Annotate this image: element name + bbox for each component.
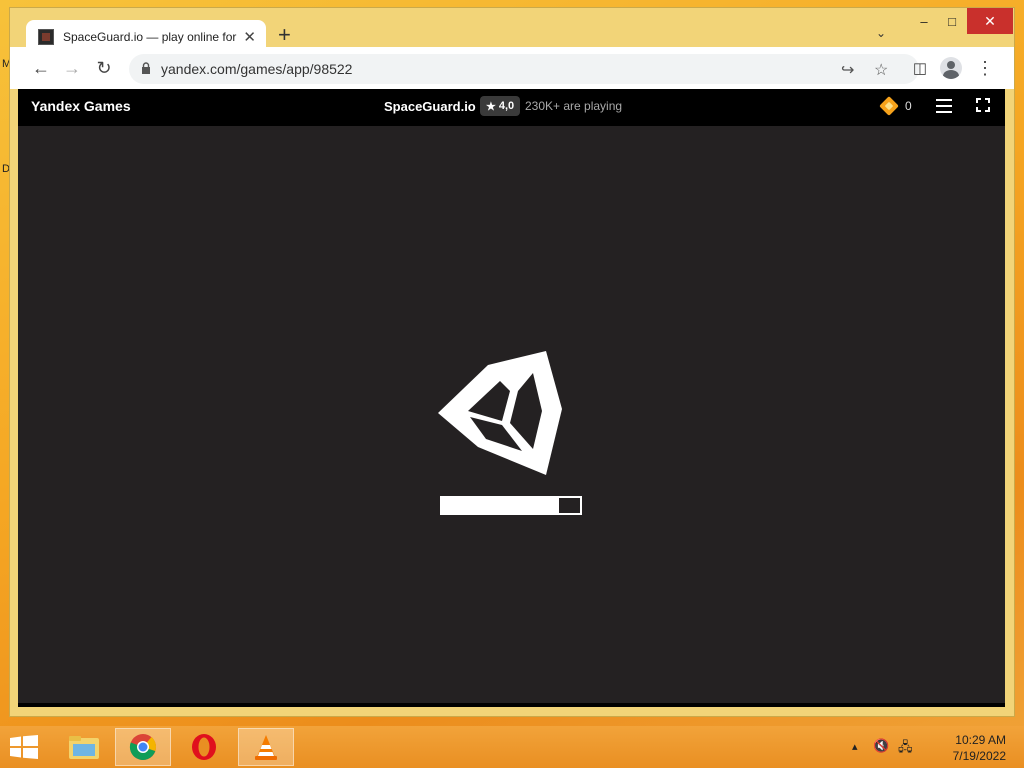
- url-text[interactable]: yandex.com/games/app/98522: [161, 61, 352, 77]
- hamburger-menu-icon[interactable]: [936, 99, 952, 113]
- close-window-button[interactable]: ✕: [967, 8, 1013, 34]
- volume-muted-icon[interactable]: 🔇: [873, 738, 889, 754]
- players-count: 230K+ are playing: [525, 99, 623, 113]
- rating-value: 4,0: [498, 100, 515, 112]
- clock-date: 7/19/2022: [952, 749, 1006, 763]
- tab-close-icon[interactable]: ✕: [243, 28, 256, 46]
- side-panel-icon[interactable]: ◫: [909, 57, 931, 79]
- tab-search-icon[interactable]: ⌄: [876, 26, 886, 40]
- game-page: Yandex Games SpaceGuard.io ★ 4,0 230K+ a…: [18, 89, 1005, 707]
- unity-logo-icon: [438, 351, 562, 475]
- lock-icon: [142, 62, 150, 74]
- tab-title: SpaceGuard.io — play online for free: [63, 30, 237, 44]
- forward-arrow-icon[interactable]: →: [61, 57, 83, 79]
- site-header: Yandex Games SpaceGuard.io ★ 4,0 230K+ a…: [18, 89, 1005, 126]
- taskbar-clock[interactable]: 10:29 AM 7/19/2022: [953, 732, 1006, 764]
- windows-start-icon[interactable]: [10, 735, 38, 759]
- maximize-button[interactable]: □: [938, 8, 966, 34]
- page-bottom-strip: [18, 703, 1005, 707]
- fullscreen-icon[interactable]: [976, 98, 990, 112]
- menu-kebab-icon[interactable]: ⋮: [974, 57, 996, 79]
- minimize-button[interactable]: –: [910, 8, 938, 34]
- show-hidden-icons-icon[interactable]: ▴: [852, 740, 858, 753]
- star-icon: ★: [486, 100, 496, 113]
- loading-progress-bar: [440, 496, 582, 515]
- file-explorer-taskbar-button[interactable]: [56, 728, 112, 766]
- back-arrow-icon[interactable]: ←: [30, 57, 52, 79]
- chrome-icon: [129, 734, 156, 761]
- address-bar[interactable]: yandex.com/games/app/98522 ↪ ☆: [129, 54, 919, 84]
- game-title: SpaceGuard.io: [384, 99, 476, 114]
- folder-icon: [69, 736, 99, 759]
- profile-avatar[interactable]: [940, 57, 962, 79]
- game-favicon-icon: [38, 29, 54, 45]
- chrome-taskbar-button[interactable]: [115, 728, 171, 766]
- coin-count[interactable]: 0: [905, 99, 912, 113]
- opera-taskbar-button[interactable]: [176, 728, 232, 766]
- site-brand[interactable]: Yandex Games: [31, 98, 131, 114]
- vlc-icon: [255, 735, 277, 760]
- reload-icon[interactable]: ↻: [93, 57, 115, 79]
- new-tab-button[interactable]: +: [278, 22, 291, 48]
- coin-icon[interactable]: [879, 96, 899, 116]
- opera-icon: [192, 734, 216, 760]
- taskbar: ▴ 🔇 🖧 10:29 AM 7/19/2022: [0, 726, 1024, 768]
- progress-fill: [442, 498, 560, 513]
- clock-time: 10:29 AM: [955, 733, 1006, 747]
- rating-badge: ★ 4,0: [480, 96, 521, 116]
- bookmark-star-icon[interactable]: ☆: [874, 60, 888, 80]
- vlc-taskbar-button[interactable]: [238, 728, 294, 766]
- browser-toolbar: ← → ↻ yandex.com/games/app/98522 ↪ ☆ ◫ ⋮: [9, 47, 1015, 89]
- network-icon[interactable]: 🖧: [898, 738, 913, 760]
- share-icon[interactable]: ↪: [841, 60, 854, 80]
